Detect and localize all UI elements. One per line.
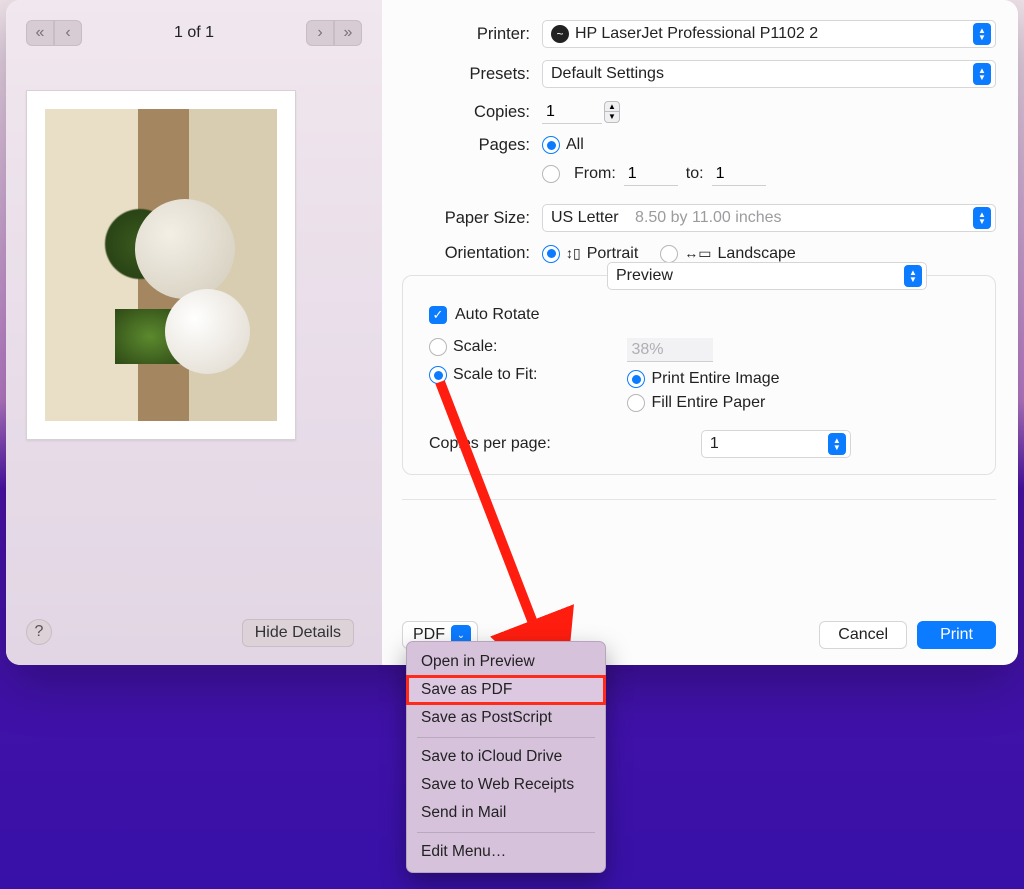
section-value: Preview <box>616 267 673 285</box>
settings-pane: Printer: ~ HP LaserJet Professional P110… <box>382 0 1018 665</box>
menu-save-as-postscript[interactable]: Save as PostScript <box>407 704 605 732</box>
auto-rotate-label: Auto Rotate <box>455 306 540 324</box>
page-indicator: 1 of 1 <box>174 24 214 42</box>
app-options-panel: Preview ▲▼ ✓ Auto Rotate Scale: Scale to… <box>402 275 996 475</box>
pages-from-input[interactable] <box>624 162 678 186</box>
section-select[interactable]: Preview ▲▼ <box>607 262 927 290</box>
copies-per-page-value: 1 <box>710 435 719 453</box>
dropdown-caret-icon: ▲▼ <box>973 63 991 85</box>
paper-size-label: Paper Size: <box>402 209 542 228</box>
landscape-label: Landscape <box>718 245 796 263</box>
scale-to-fit-radio[interactable] <box>429 366 447 384</box>
menu-send-in-mail[interactable]: Send in Mail <box>407 799 605 827</box>
preview-pane: « ‹ 1 of 1 › » ? Hide Details <box>6 0 382 665</box>
fill-paper-radio[interactable] <box>627 394 645 412</box>
portrait-label: Portrait <box>587 245 639 263</box>
scale-label: Scale: <box>453 338 497 356</box>
scale-to-fit-label: Scale to Fit: <box>453 366 537 384</box>
copies-input[interactable] <box>542 100 602 124</box>
printer-label: Printer: <box>402 25 542 44</box>
copies-label: Copies: <box>402 103 542 122</box>
page-nav: « ‹ 1 of 1 › » <box>26 18 362 48</box>
last-page-button[interactable]: » <box>334 20 362 46</box>
auto-rotate-checkbox[interactable]: ✓ <box>429 306 447 324</box>
printer-status-icon: ~ <box>551 25 569 43</box>
menu-save-icloud[interactable]: Save to iCloud Drive <box>407 743 605 771</box>
pages-all-radio[interactable] <box>542 136 560 154</box>
presets-label: Presets: <box>402 65 542 84</box>
preview-thumbnail <box>26 90 296 440</box>
paper-size-hint: 8.50 by 11.00 inches <box>635 209 781 227</box>
menu-save-web-receipts[interactable]: Save to Web Receipts <box>407 771 605 799</box>
paper-size-value: US Letter <box>551 209 619 227</box>
pages-to-label: to: <box>686 165 704 183</box>
menu-edit-menu[interactable]: Edit Menu… <box>407 838 605 866</box>
print-entire-radio[interactable] <box>627 370 645 388</box>
fill-paper-label: Fill Entire Paper <box>651 394 765 412</box>
prev-page-button[interactable]: ‹ <box>54 20 82 46</box>
print-dialog: « ‹ 1 of 1 › » ? Hide Details Printer: <box>6 0 1018 665</box>
menu-save-as-pdf[interactable]: Save as PDF <box>407 676 605 704</box>
stepper-up-icon[interactable]: ▲ <box>604 101 620 112</box>
pages-to-input[interactable] <box>712 162 766 186</box>
hide-details-button[interactable]: Hide Details <box>242 619 354 647</box>
landscape-icon: ↔▭ <box>684 245 711 262</box>
printer-value: HP LaserJet Professional P1102 2 <box>575 25 818 43</box>
printer-select[interactable]: ~ HP LaserJet Professional P1102 2 ▲▼ <box>542 20 996 48</box>
first-page-button[interactable]: « <box>26 20 54 46</box>
nav-fwd-group: › » <box>306 20 362 46</box>
scale-radio[interactable] <box>429 338 447 356</box>
pages-options: All From: to: <box>542 136 766 186</box>
dropdown-caret-icon: ▲▼ <box>828 433 846 455</box>
landscape-radio[interactable] <box>660 245 678 263</box>
portrait-radio[interactable] <box>542 245 560 263</box>
print-button[interactable]: Print <box>917 621 996 649</box>
nav-back-group: « ‹ <box>26 20 82 46</box>
divider <box>402 499 996 500</box>
copies-per-page-select[interactable]: 1 ▲▼ <box>701 430 851 458</box>
copies-stepper[interactable]: ▲ ▼ <box>604 101 620 123</box>
stepper-down-icon[interactable]: ▼ <box>604 112 620 123</box>
presets-select[interactable]: Default Settings ▲▼ <box>542 60 996 88</box>
portrait-icon: ↕▯ <box>566 245 581 262</box>
pages-from-label: From: <box>574 165 616 183</box>
next-page-button[interactable]: › <box>306 20 334 46</box>
dropdown-caret-icon: ▲▼ <box>973 23 991 45</box>
paper-size-select[interactable]: US Letter 8.50 by 11.00 inches ▲▼ <box>542 204 996 232</box>
pages-label: Pages: <box>402 136 542 155</box>
menu-open-preview[interactable]: Open in Preview <box>407 648 605 676</box>
pdf-dropdown-menu: Open in Preview Save as PDF Save as Post… <box>406 641 606 873</box>
orientation-label: Orientation: <box>402 244 542 263</box>
print-entire-label: Print Entire Image <box>651 370 779 388</box>
cancel-button[interactable]: Cancel <box>819 621 907 649</box>
pages-range-radio[interactable] <box>542 165 560 183</box>
dropdown-caret-icon: ▲▼ <box>973 207 991 229</box>
menu-separator <box>417 737 595 738</box>
menu-separator <box>417 832 595 833</box>
help-button[interactable]: ? <box>26 619 52 645</box>
presets-value: Default Settings <box>551 65 664 83</box>
copies-per-page-label: Copies per page: <box>429 435 551 453</box>
scale-percent-input <box>627 338 713 362</box>
pages-all-label: All <box>566 136 584 154</box>
dropdown-caret-icon: ▲▼ <box>904 265 922 287</box>
preview-image <box>45 109 277 421</box>
